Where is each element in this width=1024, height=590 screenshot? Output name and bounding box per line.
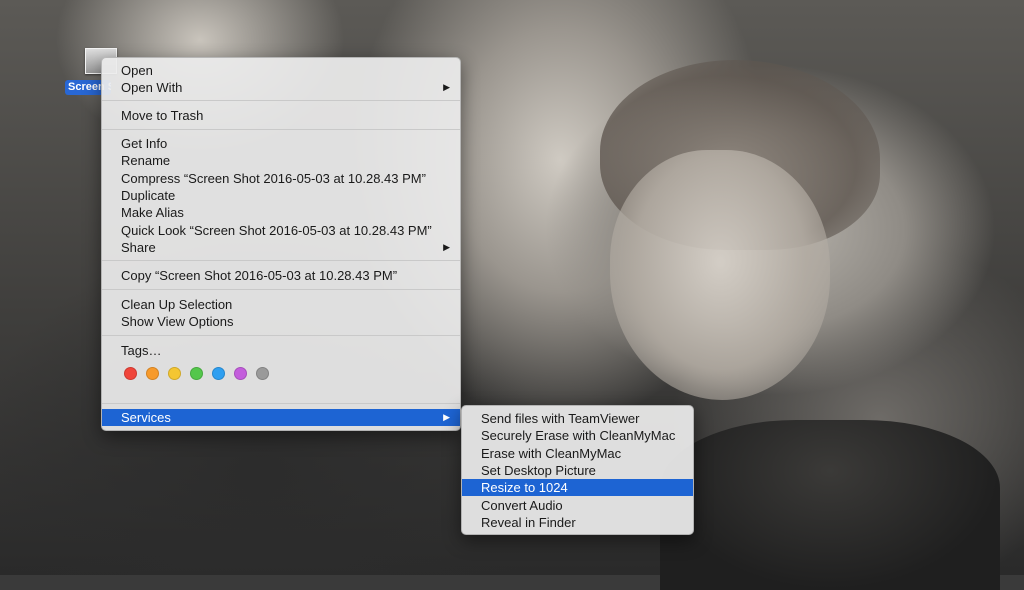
menu-item-tags[interactable]: Tags…: [102, 342, 460, 359]
tag-color-dot[interactable]: [212, 367, 225, 380]
menu-item-rename[interactable]: Rename: [102, 152, 460, 169]
menu-item-move-to-trash[interactable]: Move to Trash: [102, 107, 460, 124]
menu-item-quick-look[interactable]: Quick Look “Screen Shot 2016-05-03 at 10…: [102, 222, 460, 239]
menu-item-clean-up[interactable]: Clean Up Selection: [102, 296, 460, 313]
tag-color-dot[interactable]: [146, 367, 159, 380]
menu-separator: [102, 289, 460, 290]
menu-separator: [102, 260, 460, 261]
menu-item-compress[interactable]: Compress “Screen Shot 2016-05-03 at 10.2…: [102, 170, 460, 187]
submenu-arrow-icon: ▶: [443, 82, 450, 92]
menu-item-duplicate[interactable]: Duplicate: [102, 187, 460, 204]
menu-item-open-with[interactable]: Open With ▶: [102, 79, 460, 96]
submenu-arrow-icon: ▶: [443, 242, 450, 252]
menu-item-share[interactable]: Share ▶: [102, 239, 460, 256]
services-item[interactable]: Set Desktop Picture: [462, 462, 693, 479]
menu-separator: [102, 335, 460, 336]
menu-item-make-alias[interactable]: Make Alias: [102, 204, 460, 221]
services-item[interactable]: Resize to 1024: [462, 479, 693, 497]
tag-color-dot[interactable]: [124, 367, 137, 380]
menu-item-services[interactable]: Services ▶: [102, 409, 460, 426]
services-item[interactable]: Erase with CleanMyMac: [462, 445, 693, 462]
tag-color-dot[interactable]: [190, 367, 203, 380]
menu-item-open-with-label: Open With: [121, 80, 183, 95]
menu-item-copy[interactable]: Copy “Screen Shot 2016-05-03 at 10.28.43…: [102, 267, 460, 284]
menu-separator: [102, 403, 460, 404]
menu-item-get-info[interactable]: Get Info: [102, 135, 460, 152]
tag-color-dot[interactable]: [256, 367, 269, 380]
wallpaper-face: [610, 150, 830, 400]
menu-item-share-label: Share: [121, 240, 156, 255]
services-item[interactable]: Send files with TeamViewer: [462, 410, 693, 427]
menu-separator: [102, 100, 460, 101]
submenu-arrow-icon: ▶: [443, 412, 450, 422]
menu-item-show-view-options[interactable]: Show View Options: [102, 313, 460, 330]
tag-color-dot[interactable]: [234, 367, 247, 380]
wallpaper-shirt: [660, 420, 1000, 590]
services-item[interactable]: Reveal in Finder: [462, 514, 693, 531]
services-item[interactable]: Securely Erase with CleanMyMac: [462, 427, 693, 444]
context-menu: Open Open With ▶ Move to Trash Get Info …: [101, 57, 461, 431]
menu-separator: [102, 129, 460, 130]
menu-item-services-label: Services: [121, 410, 171, 425]
menu-item-open[interactable]: Open: [102, 62, 460, 79]
services-item[interactable]: Convert Audio: [462, 497, 693, 514]
tag-color-dot[interactable]: [168, 367, 181, 380]
services-submenu: Send files with TeamViewer Securely Erase…: [461, 405, 694, 535]
